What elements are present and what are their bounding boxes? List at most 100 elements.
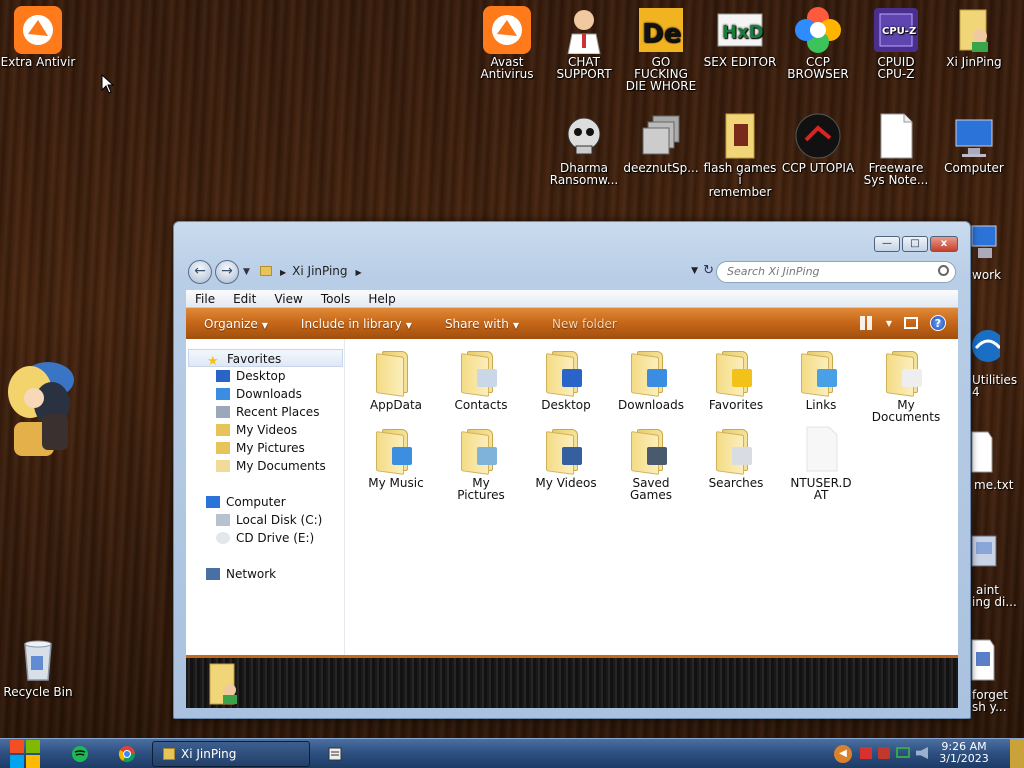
- folder-icon: [716, 112, 764, 160]
- partial-label-textfile: me.txt: [974, 478, 1014, 492]
- file-item[interactable]: Links: [779, 347, 863, 411]
- file-item[interactable]: AppData: [354, 347, 438, 411]
- partial-network-icon: [968, 222, 1000, 266]
- de-logo-icon: De: [637, 6, 685, 54]
- folder-icon: [163, 748, 175, 760]
- nav-cd-drive[interactable]: CD Drive (E:): [216, 529, 314, 547]
- recent-pages-dropdown-icon[interactable]: ▼: [243, 267, 250, 277]
- desktop-icon-freeware-sys-note[interactable]: Freeware Sys Note...: [858, 112, 934, 186]
- desktop-icon-extra-antivir[interactable]: Extra Antivir: [0, 6, 76, 68]
- file-item[interactable]: Searches: [694, 425, 778, 489]
- nav-my-pictures[interactable]: My Pictures: [216, 439, 305, 457]
- desktop-icon-flash-games[interactable]: flash games i remember: [702, 112, 778, 198]
- file-item-label: Downloads: [618, 398, 684, 412]
- nav-downloads[interactable]: Downloads: [216, 385, 302, 403]
- mouse-cursor-icon: [101, 73, 115, 97]
- clock-date: 3/1/2023: [939, 752, 989, 765]
- desktop-icon-go-die[interactable]: De GO FUCKING DIE WHORE: [623, 6, 699, 92]
- user-tray-icon[interactable]: [878, 747, 890, 759]
- help-icon[interactable]: ?: [930, 315, 946, 331]
- menu-edit[interactable]: Edit: [224, 290, 265, 307]
- folder-icon: [629, 425, 673, 475]
- search-icon[interactable]: [938, 265, 949, 276]
- minimize-button[interactable]: —: [874, 236, 900, 252]
- user-folder-icon: [206, 662, 237, 705]
- file-item-label: My Videos: [535, 476, 597, 490]
- file-item[interactable]: Contacts: [439, 347, 523, 411]
- start-button[interactable]: [10, 739, 42, 768]
- forward-button[interactable]: →: [215, 260, 239, 284]
- computer-monitor-icon: [950, 112, 998, 160]
- network-tray-icon[interactable]: [896, 747, 910, 758]
- file-item[interactable]: Favorites: [694, 347, 778, 411]
- close-button[interactable]: x: [930, 236, 958, 252]
- refresh-icon[interactable]: ↻: [703, 261, 714, 281]
- desktop-icon-ccp-utopia[interactable]: CCP UTOPIA: [780, 112, 856, 174]
- file-item[interactable]: Desktop: [524, 347, 608, 411]
- file-item[interactable]: My Documents: [864, 347, 948, 423]
- desktop-icon-dharma-ransomware[interactable]: Dharma Ransomw...: [546, 112, 622, 186]
- share-with-button[interactable]: Share with ▼: [427, 317, 534, 331]
- file-item[interactable]: Saved Games: [609, 425, 693, 501]
- desktop-icon-deeznut[interactable]: deeznutSp...: [623, 112, 699, 174]
- svg-text:HxD: HxD: [722, 22, 764, 43]
- clock[interactable]: 9:26 AM 3/1/2023: [934, 741, 994, 765]
- notepad-taskbar-icon[interactable]: [326, 741, 344, 767]
- organize-button[interactable]: Organize ▼: [186, 317, 283, 331]
- file-item[interactable]: My Videos: [524, 425, 608, 489]
- back-button[interactable]: ←: [188, 260, 212, 284]
- desktop-icon-chat-support[interactable]: CHAT SUPPORT: [546, 6, 622, 80]
- downloads-icon: [216, 388, 230, 400]
- blank-file-icon: [799, 425, 843, 473]
- file-item[interactable]: NTUSER.D AT: [779, 425, 863, 501]
- menu-help[interactable]: Help: [359, 290, 404, 307]
- preview-pane-icon[interactable]: [904, 317, 918, 329]
- nav-recent-places[interactable]: Recent Places: [216, 403, 319, 421]
- search-input[interactable]: Search Xi JinPing: [716, 261, 956, 283]
- maximize-button[interactable]: □: [902, 236, 928, 252]
- show-hidden-icons-icon[interactable]: ◀: [834, 745, 852, 763]
- desktop-icon-cpuz[interactable]: CPU-Z CPUID CPU-Z: [858, 6, 934, 80]
- desktop-icon-recycle-bin[interactable]: Recycle Bin: [0, 636, 76, 698]
- nav-my-documents[interactable]: My Documents: [216, 457, 326, 475]
- volume-icon[interactable]: [916, 747, 928, 759]
- file-item-label: Contacts: [454, 398, 508, 412]
- flag-icon[interactable]: [860, 747, 872, 759]
- desktop-icon-sex-editor[interactable]: HxD SEX EDITOR: [702, 6, 778, 68]
- show-desktop-button[interactable]: [1010, 739, 1024, 768]
- nav-desktop[interactable]: Desktop: [216, 367, 286, 385]
- folder-icon: [884, 347, 928, 397]
- folder-icon: [544, 347, 588, 397]
- menu-tools[interactable]: Tools: [312, 290, 360, 307]
- file-item[interactable]: My Music: [354, 425, 438, 489]
- chrome-taskbar-icon[interactable]: [117, 741, 137, 767]
- view-dropdown-icon[interactable]: ▼: [886, 319, 892, 328]
- desktop-icon-xi-jinping[interactable]: Xi JinPing: [936, 6, 1012, 68]
- address-bar[interactable]: ▶ Xi JinPing ▶ ▼ ↻: [260, 261, 714, 283]
- file-item[interactable]: My Pictures: [439, 425, 523, 501]
- spotify-taskbar-icon[interactable]: [70, 741, 90, 767]
- desktop-icon-ccp-browser[interactable]: CCP BROWSER: [780, 6, 856, 80]
- nav-network[interactable]: Network: [206, 565, 276, 583]
- include-in-library-button[interactable]: Include in library ▼: [283, 317, 427, 331]
- nav-local-disk[interactable]: Local Disk (C:): [216, 511, 322, 529]
- new-folder-button[interactable]: New folder: [534, 317, 632, 331]
- nav-my-videos[interactable]: My Videos: [216, 421, 297, 439]
- documents-folder-icon: [216, 460, 230, 472]
- folder-icon: [260, 266, 272, 276]
- hxd-icon: HxD: [716, 6, 764, 54]
- desktop-icon-computer[interactable]: Computer: [936, 112, 1012, 174]
- nav-favorites[interactable]: ★ Favorites: [188, 349, 343, 368]
- dark-circle-logo-icon: [794, 112, 842, 160]
- file-item[interactable]: Downloads: [609, 347, 693, 411]
- network-icon: [206, 568, 220, 580]
- address-dropdown-icon[interactable]: ▼: [691, 261, 698, 281]
- menu-file[interactable]: File: [186, 290, 224, 307]
- view-options-icon[interactable]: [859, 316, 874, 330]
- nav-computer[interactable]: Computer: [206, 493, 286, 511]
- menu-view[interactable]: View: [265, 290, 311, 307]
- breadcrumb-xi-jinping[interactable]: Xi JinPing: [292, 264, 347, 278]
- desktop-icon-avast-antivirus[interactable]: Avast Antivirus: [469, 6, 545, 80]
- taskbar-window-xi-jinping[interactable]: Xi JinPing: [152, 741, 310, 767]
- windows-logo-icon: [10, 740, 24, 753]
